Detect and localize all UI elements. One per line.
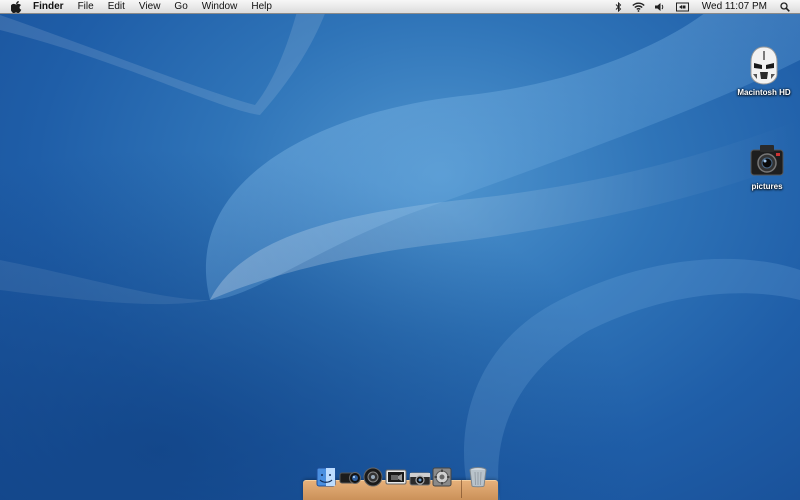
menu-go[interactable]: Go [167,0,194,14]
dock-item-finder[interactable] [315,467,337,492]
menu-clock[interactable]: Wed 11:07 PM [694,0,775,14]
video-icon [385,467,407,492]
spotlight-search-icon[interactable] [775,0,800,14]
dock-item-trash[interactable] [467,466,489,493]
dock-item-speaker[interactable] [362,467,384,492]
dock-item-camera-lens[interactable] [339,468,361,490]
system-preferences-icon [432,467,452,492]
desktop-icon-label: Macintosh HD [737,88,791,97]
volume-icon[interactable] [650,0,671,14]
finder-icon [316,467,336,492]
wallpaper [0,0,800,500]
wifi-icon[interactable] [627,0,650,14]
trash-icon [468,466,488,493]
bluetooth-icon[interactable] [610,0,627,14]
menu-window[interactable]: Window [195,0,245,14]
desktop-icon-macintosh-hd[interactable]: Macintosh HD [726,46,800,97]
desktop[interactable]: Finder File Edit View Go Window Help Wed… [0,0,800,500]
menu-app-finder[interactable]: Finder [26,0,71,14]
dock [303,466,498,500]
display-mirroring-icon[interactable] [671,0,694,14]
dock-separator [461,480,462,498]
menu-view[interactable]: View [132,0,168,14]
menu-help[interactable]: Help [244,0,279,14]
desktop-icon-label: pictures [751,182,783,191]
apple-logo-icon[interactable] [10,0,22,13]
menu-bar: Finder File Edit View Go Window Help Wed… [0,0,800,14]
speaker-icon [363,467,383,492]
camera-lens-icon [339,467,361,492]
clone-trooper-helmet-icon [744,46,784,86]
desktop-icon-pictures[interactable]: pictures [729,140,800,191]
menu-edit[interactable]: Edit [101,0,132,14]
dock-item-video[interactable] [385,468,407,490]
camera-icon [409,468,431,491]
camera-icon [747,140,787,180]
dock-item-preferences[interactable] [431,467,453,492]
dock-item-camera[interactable] [409,468,431,490]
menu-extras: Wed 11:07 PM [610,0,800,14]
menu-file[interactable]: File [71,0,101,14]
